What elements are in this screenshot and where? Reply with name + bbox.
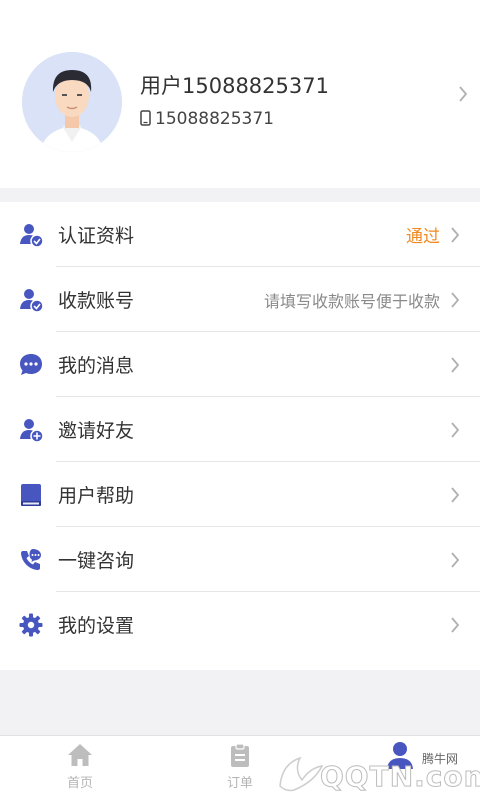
watermark-brand: 腾牛网 [422,752,459,766]
menu-item-label: 我的消息 [58,355,135,377]
menu-item-help[interactable]: 用户帮助 [0,462,480,527]
menu-item-messages[interactable]: 我的消息 [0,332,480,397]
book-icon [18,482,44,508]
add-friend-icon [18,417,44,443]
verified-user-icon [18,222,44,248]
chevron-right-icon [458,85,468,107]
chevron-right-icon [450,421,462,439]
menu-item-label: 一键咨询 [58,550,135,572]
tab-home[interactable]: 首页 [35,742,125,791]
menu-item-hint: 请填写收款账号便于收款 [263,291,440,311]
chevron-right-icon [450,551,462,569]
status-badge: 通过 [406,227,440,247]
chevron-right-icon [450,486,462,504]
avatar-illustration [22,52,122,152]
mobile-phone-icon [140,110,151,131]
username: 用户15088825371 [140,74,329,98]
account-user-icon [18,287,44,313]
phone-number: 15088825371 [155,109,274,129]
menu-list: 认证资料 通过 收款账号 请填写收款账号便于收款 我的消息 邀请好友 用户帮助 … [0,202,480,670]
menu-item-label: 我的设置 [58,615,135,637]
menu-item-label: 收款账号 [58,290,135,312]
home-icon [35,742,125,768]
menu-item-label: 用户帮助 [58,485,135,507]
phone-number-row: 15088825371 [140,109,274,131]
menu-item-settings[interactable]: 我的设置 [0,592,480,657]
chevron-right-icon [450,616,462,634]
watermark: QQTN.com 腾牛网 [270,746,480,798]
phone-chat-icon [18,547,44,573]
menu-item-consult[interactable]: 一键咨询 [0,527,480,592]
menu-item-label: 邀请好友 [58,420,135,442]
chevron-right-icon [450,291,462,309]
chevron-right-icon [450,356,462,374]
menu-item-verification[interactable]: 认证资料 通过 [0,202,480,267]
menu-item-label: 认证资料 [58,225,135,247]
chevron-right-icon [450,226,462,244]
avatar [22,52,122,152]
menu-item-invite-friends[interactable]: 邀请好友 [0,397,480,462]
gear-icon [18,612,44,638]
menu-item-payment-account[interactable]: 收款账号 请填写收款账号便于收款 [0,267,480,332]
profile-header[interactable]: 用户15088825371 15088825371 [0,0,480,188]
message-bubble-icon [18,352,44,378]
tab-label: 首页 [66,776,93,791]
